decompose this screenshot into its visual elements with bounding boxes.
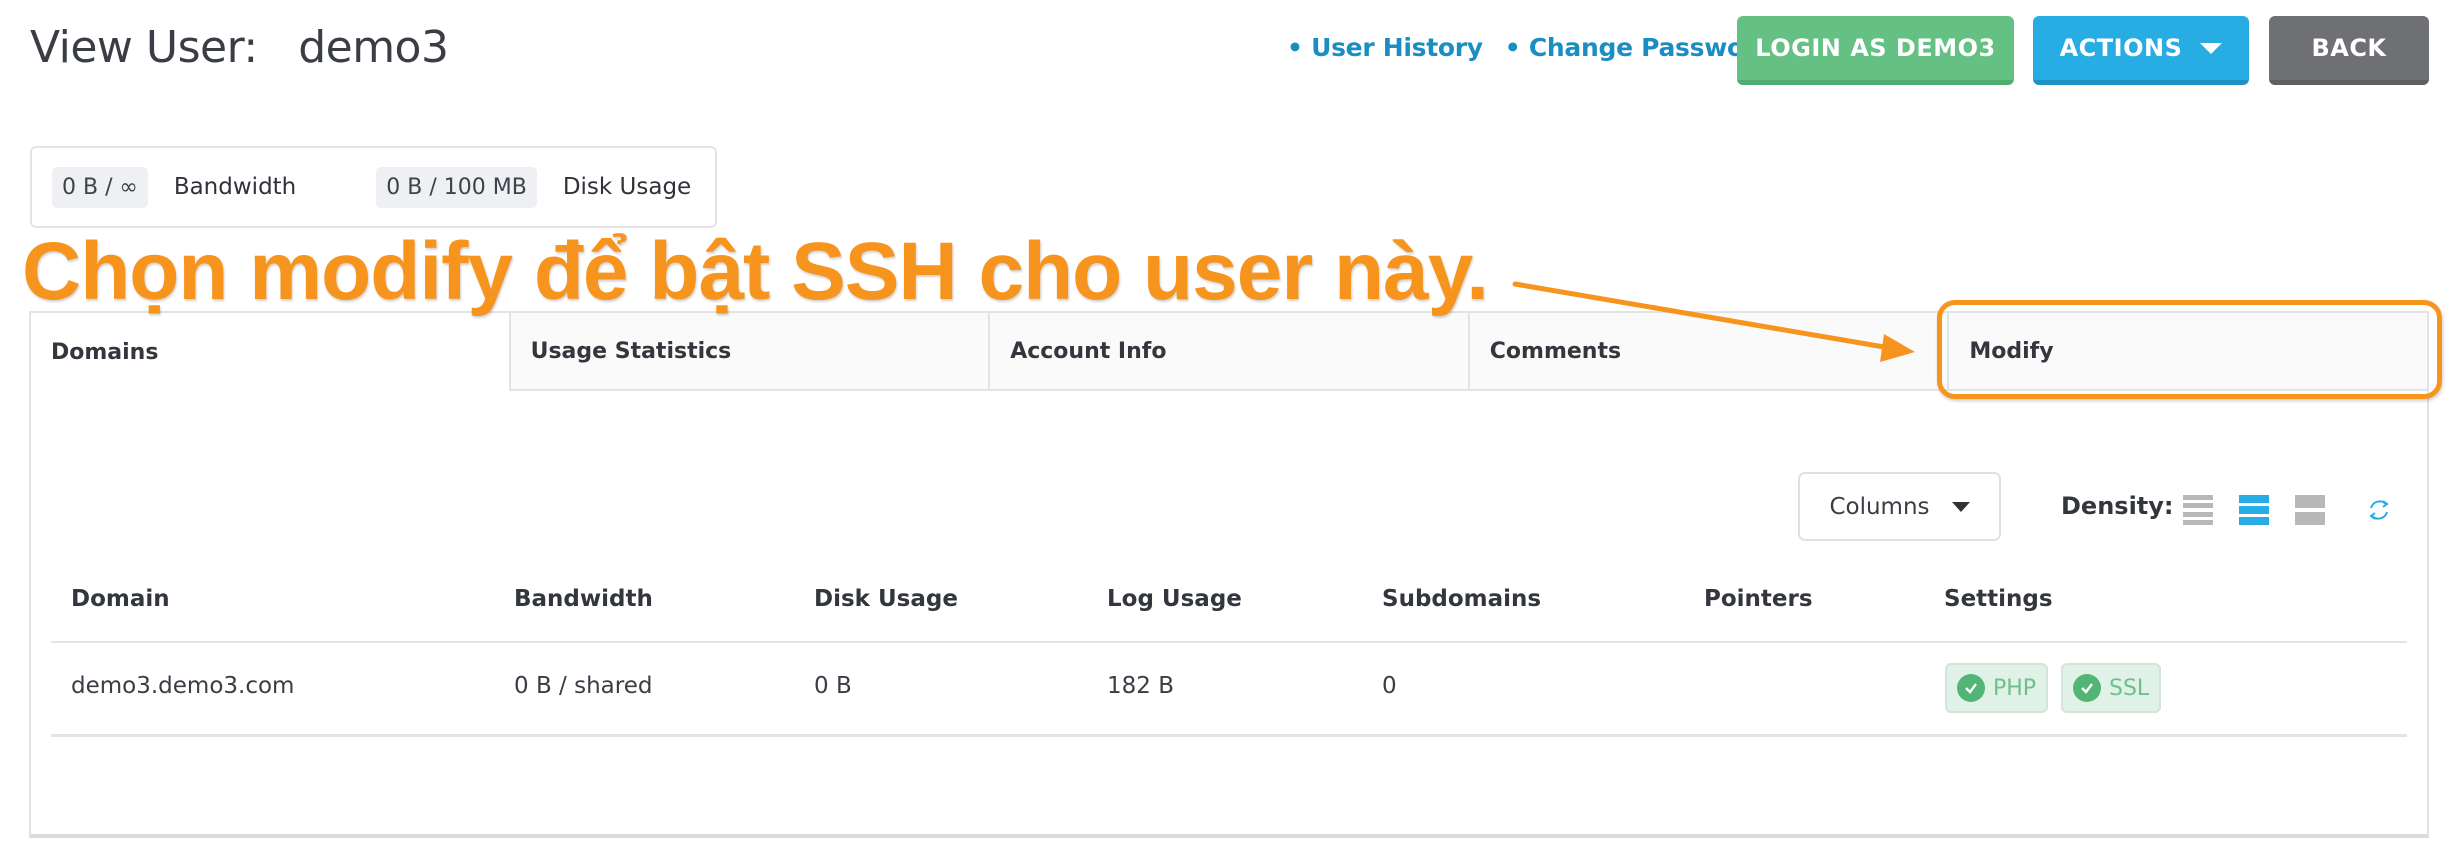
user-history-link[interactable]: • User History	[1287, 33, 1483, 62]
badge-label: SSL	[2109, 675, 2150, 701]
column-header-settings[interactable]: Settings	[1944, 586, 2053, 612]
row-divider	[51, 734, 2407, 737]
annotation-highlight-box	[1937, 300, 2442, 399]
php-setting-badge: PHP	[1945, 663, 2049, 713]
bandwidth-label: Bandwidth	[173, 174, 297, 200]
refresh-icon[interactable]	[2365, 496, 2393, 524]
change-password-link[interactable]: • Change Password	[1505, 33, 1774, 62]
column-header-domain[interactable]: Domain	[71, 586, 170, 612]
columns-label: Columns	[1829, 493, 1930, 520]
tab-label: Account Info	[1010, 338, 1167, 364]
density-compact-icon[interactable]	[2183, 495, 2213, 525]
header-divider	[51, 641, 2407, 643]
actions-label: ACTIONS	[2059, 34, 2183, 62]
column-header-subdomains[interactable]: Subdomains	[1382, 586, 1541, 612]
column-header-bandwidth[interactable]: Bandwidth	[514, 586, 653, 612]
ssl-setting-badge: SSL	[2061, 663, 2162, 713]
density-comfortable-icon[interactable]	[2295, 495, 2325, 525]
page-title: View User: demo3	[30, 22, 449, 73]
tab-usage-statistics[interactable]: Usage Statistics	[508, 313, 989, 391]
tab-label: Usage Statistics	[530, 338, 732, 364]
density-medium-icon[interactable]	[2239, 495, 2269, 525]
cell-bandwidth: 0 B / shared	[514, 673, 653, 699]
caret-down-icon	[1951, 501, 1970, 512]
usage-summary: 0 B / ∞ Bandwidth 0 B / 100 MB Disk Usag…	[30, 146, 717, 228]
caret-down-icon	[2200, 42, 2223, 54]
cell-domain[interactable]: demo3.demo3.com	[71, 673, 294, 699]
disk-usage-value: 0 B / 100 MB	[376, 166, 537, 208]
badge-label: PHP	[1993, 675, 2037, 701]
login-as-user-button[interactable]: LOGIN AS DEMO3	[1737, 16, 2014, 85]
cell-log-usage: 182 B	[1107, 673, 1174, 699]
tab-comments[interactable]: Comments	[1467, 313, 1948, 391]
cell-disk-usage: 0 B	[814, 673, 852, 699]
column-header-log-usage[interactable]: Log Usage	[1107, 586, 1242, 612]
tab-label: Domains	[51, 339, 159, 365]
tab-label: Comments	[1489, 338, 1622, 364]
tab-domains[interactable]: Domains	[31, 313, 509, 391]
bandwidth-value: 0 B / ∞	[52, 166, 148, 208]
check-circle-icon	[2073, 674, 2101, 702]
check-circle-icon	[1957, 674, 1985, 702]
header-links: • User History • Change Password	[1287, 33, 1774, 62]
column-header-disk-usage[interactable]: Disk Usage	[814, 586, 958, 612]
density-label: Density:	[2061, 492, 2174, 520]
tab-account-info[interactable]: Account Info	[988, 313, 1468, 391]
back-button[interactable]: BACK	[2269, 16, 2429, 85]
annotation-text: Chọn modify để bật SSH cho user này.	[22, 226, 1489, 317]
back-label: BACK	[2311, 34, 2387, 62]
columns-dropdown-button[interactable]: Columns	[1798, 472, 2001, 541]
cell-subdomains: 0	[1382, 673, 1397, 699]
login-as-user-label: LOGIN AS DEMO3	[1755, 34, 1996, 62]
disk-usage-label: Disk Usage	[562, 174, 692, 200]
column-header-pointers[interactable]: Pointers	[1704, 586, 1813, 612]
actions-dropdown-button[interactable]: ACTIONS	[2033, 16, 2249, 85]
